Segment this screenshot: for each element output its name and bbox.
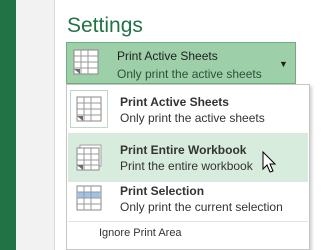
- menu-item-label: Print Entire Workbook: [120, 143, 247, 157]
- menu-item-description: Print the entire workbook: [120, 159, 253, 173]
- menu-item-print-selection[interactable]: Print Selection Only print the current s…: [68, 175, 308, 222]
- menu-item-print-active-sheets[interactable]: Print Active Sheets Only print the activ…: [68, 86, 308, 133]
- sheet-grid-icon: [73, 49, 99, 75]
- icon-frame: [70, 90, 108, 128]
- active-sheets-icon: [76, 96, 102, 122]
- settings-heading: Settings: [67, 14, 143, 37]
- backstage-left-panel: [16, 0, 55, 250]
- icon-frame: [70, 138, 108, 176]
- ignore-print-area-option[interactable]: Ignore Print Area: [99, 227, 182, 239]
- icon-frame: [70, 179, 108, 217]
- dropdown-selected-sublabel: Only print the active sheets: [117, 67, 262, 81]
- menu-divider: [68, 221, 308, 222]
- selection-icon: [76, 185, 102, 211]
- chevron-down-icon[interactable]: ▼: [279, 59, 288, 69]
- dropdown-selected-label: Print Active Sheets: [117, 49, 218, 63]
- menu-item-label: Print Active Sheets: [120, 95, 229, 109]
- mouse-pointer-icon: [262, 151, 277, 173]
- menu-item-label: Print Selection: [120, 184, 205, 198]
- print-scope-dropdown[interactable]: Print Active Sheets Only print the activ…: [66, 42, 296, 84]
- green-side-rail: [0, 0, 16, 250]
- menu-item-description: Only print the current selection: [120, 200, 283, 214]
- entire-workbook-icon: [76, 144, 102, 171]
- menu-item-description: Only print the active sheets: [120, 111, 265, 125]
